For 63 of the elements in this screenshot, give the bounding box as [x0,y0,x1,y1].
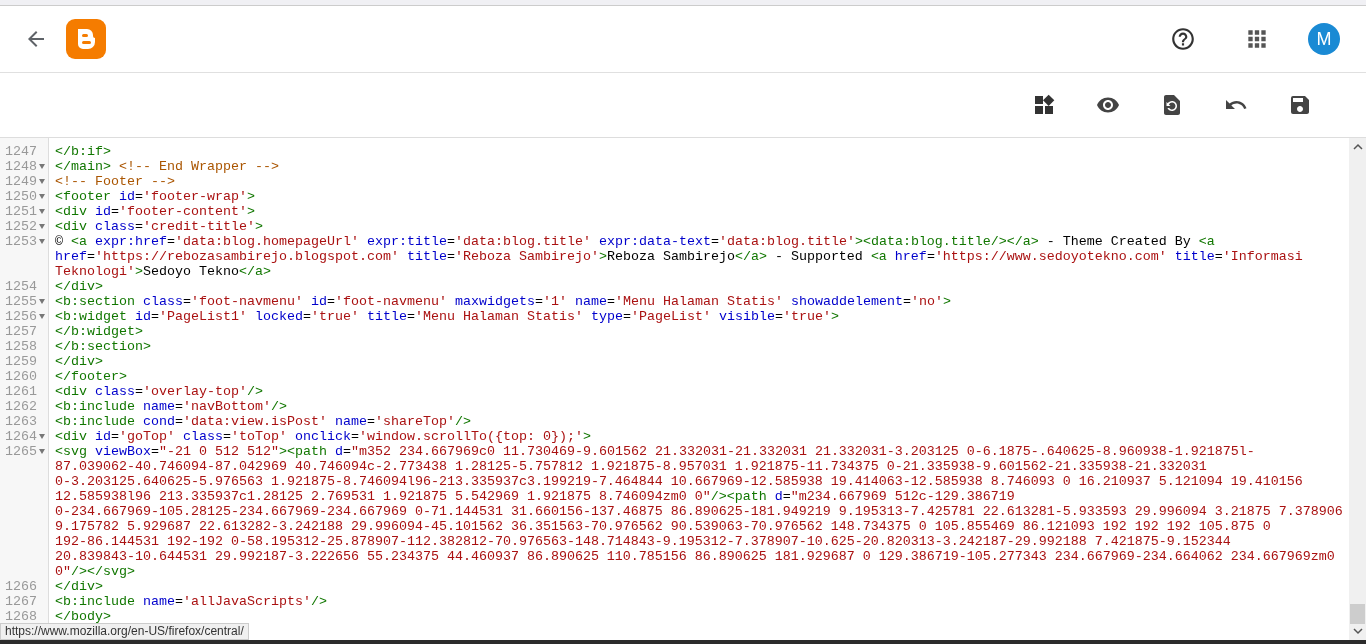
code-line: <b:section class='foot-navmenu' id='foot-navmenu' maxwidgets='1' name='Menu Halaman Statis' showaddelement='no'> [54,294,951,309]
line-number: 1251 [5,204,37,219]
line-number: 1254 [5,279,37,294]
code-line: </b:section> [54,339,151,354]
code-line: </div> [54,579,103,594]
code-line: </div> [54,354,103,369]
code-line: </body> [54,609,111,624]
code-line: </b:if> [54,144,111,159]
line-number: 1257 [5,324,37,339]
fold-arrow-icon[interactable] [38,434,45,439]
line-number: 1265 [5,444,37,459]
code-line: </div> [54,279,103,294]
line-number: 1249 [5,174,37,189]
chevron-down-icon[interactable] [1352,628,1363,635]
code-line: </footer> [54,369,127,384]
line-number: 1247 [5,144,37,159]
code-line: <div id='footer-content'> [54,204,255,219]
line-number: 1263 [5,414,37,429]
help-icon[interactable] [1170,26,1196,52]
code-line: <div class='overlay-top'/> [54,384,263,399]
line-number: 1268 [5,609,37,624]
line-number: 1261 [5,384,37,399]
fold-arrow-icon[interactable] [38,179,45,184]
line-number: 1255 [5,294,37,309]
code-line: <div id='goTop' class='toTop' onclick='window.scrollTo({top: 0});'> [54,429,591,444]
line-number: 1256 [5,309,37,324]
widgets-icon[interactable] [1032,93,1056,117]
line-number: 1253 [5,234,37,249]
code-line: </b:widget> [54,324,143,339]
avatar[interactable]: M [1308,23,1340,55]
code-line: <b:include name='allJavaScripts'/> [54,594,327,609]
scrollbar[interactable] [1349,138,1366,640]
status-url: https://www.mozilla.org/en-US/firefox/central/ [0,623,249,640]
code-line: </main> <!-- End Wrapper --> [54,159,279,174]
scrollbar-thumb[interactable] [1350,604,1365,624]
line-number: 1262 [5,399,37,414]
fold-arrow-icon[interactable] [38,314,45,319]
logo-icon[interactable] [66,19,106,59]
fold-arrow-icon[interactable] [38,194,45,199]
code-line: <svg viewBox="-21 0 512 512"><path d="m352 234.667969c0 11.730469-9.601562 21.332031-21.332031 21.332031-3.203125 0-6.1875-.640625-8.960938-1.921875l- 87.039062-40.746094-87.042969 40.746094c-2.773438 1.28125-5.757812 1.921875-8.957031 1.921875-11.734375 0-21.335938-9.601562-21.335938-21.332031 0-3.203125.640625-5.976563 1.921875-8.746094l96-213.335937c3.199219-7.464844 10.667969-12.585938 19.414063-12.585938 8.746093 0 16.210937 5.121094 19.410156 12.585938l96 213.335937c1.28125 2.769531 1.921875 5.542969 1.921875 8.746094zm0 0"/><path d="m234.667969 512c-129.386719 0-234.667969-105.28125-234.667969-234.667969 0-71.144531 31.660156-137.46875 86.890625-181.949219 9.195313-7.425781 22.613281-5.933593 29.996094 3.21875 7.378906 9.175782 5.929687 22.613282-3.242188 29.996094-45.101562 36.351563-70.976562 90.539063-70.976562 148.734375 0 105.855469 86.121093 192 192 192 105.875 0 192-86.144531 192-192 0-58.195312-25.878907-112.382812-70.976563-148.714843-9.195312-7.378907-10.625-20.820313-3.242187-29.992188 7.421875-9.152344 20.839843-10.644531 29.992187-3.222656 55.234375 44.460937 86.890625 110.785156 86.890625 181.929687 0 129.386719-105.277343 234.667969-234.664062 234.667969zm0 0"/></svg> [54,444,1343,579]
fold-arrow-icon[interactable] [38,209,45,214]
fold-arrow-icon[interactable] [38,164,45,169]
fold-arrow-icon[interactable] [38,224,45,229]
line-number: 1267 [5,594,37,609]
code-line: <b:include name='navBottom'/> [54,399,287,414]
line-number: 1264 [5,429,37,444]
fold-arrow-icon[interactable] [38,449,45,454]
code-line: © <a expr:href='data:blog.homepageUrl' expr:title='data:blog.title' expr:data-text='data:blog.title'><data:blog.title/></a> - Theme Created By <a href='https://rebozasambirejo.blogspot.com' title='Reboza Sambirejo'>Reboza Sambirejo</a> - Supported <a href='https://www.sedoyotekno.com' title='Informasi Teknologi'>Sedoyo Tekno</a> [54,234,1303,279]
line-number: 1259 [5,354,37,369]
line-number: 1266 [5,579,37,594]
line-number: 1260 [5,369,37,384]
line-number: 1250 [5,189,37,204]
chevron-up-icon[interactable] [1352,143,1363,150]
line-number: 1248 [5,159,37,174]
line-number: 1252 [5,219,37,234]
code-line: <!-- Footer --> [54,174,175,189]
fold-arrow-icon[interactable] [38,299,45,304]
line-number: 1258 [5,339,37,354]
fold-arrow-icon[interactable] [38,239,45,244]
code-line: <b:include cond='data:view.isPost' name='shareTop'/> [54,414,471,429]
code-line: <footer id='footer-wrap'> [54,189,255,204]
code-line: <b:widget id='PageList1' locked='true' title='Menu Halaman Statis' type='PageList' visible='true'> [54,309,839,324]
code-line: <div class='credit-title'> [54,219,263,234]
